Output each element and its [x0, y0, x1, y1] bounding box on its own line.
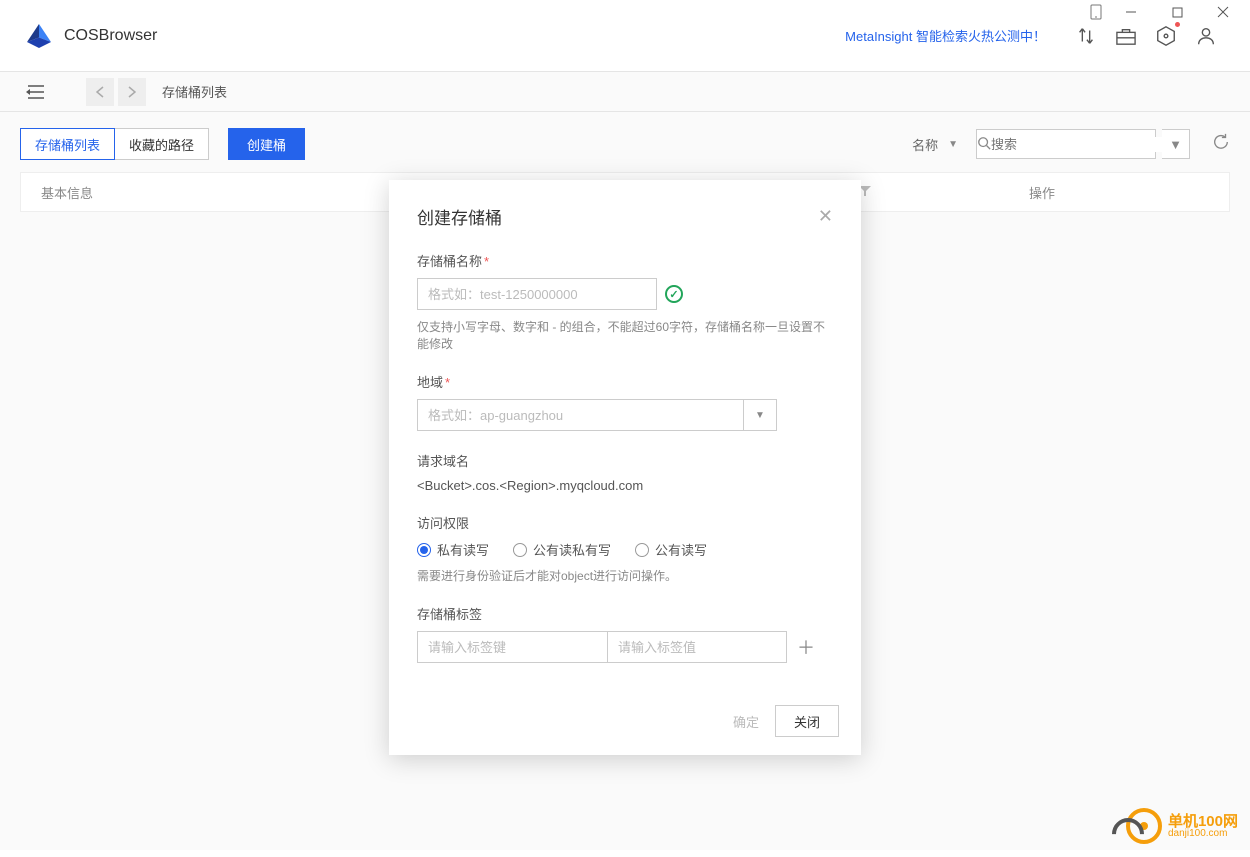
- search-dropdown[interactable]: ▼: [1162, 129, 1190, 159]
- search-input[interactable]: [991, 137, 1167, 152]
- close-button[interactable]: 关闭: [775, 705, 839, 737]
- nav-forward[interactable]: [118, 78, 146, 106]
- settings-icon[interactable]: [1146, 16, 1186, 56]
- domain-value: <Bucket>.cos.<Region>.myqcloud.com: [417, 478, 833, 493]
- perm-public-read[interactable]: 公有读私有写: [513, 540, 611, 559]
- breadcrumb: 存储桶列表: [162, 82, 227, 101]
- search-input-wrap[interactable]: [976, 129, 1156, 159]
- window-close[interactable]: [1202, 0, 1244, 24]
- tag-key-input[interactable]: [417, 631, 614, 663]
- create-bucket-modal: 创建存储桶 ✕ 存储桶名称* ✓ 仅支持小写字母、数字和 - 的组合，不能超过6…: [389, 180, 861, 755]
- tag-label: 存储桶标签: [417, 604, 833, 623]
- app-name: COSBrowser: [64, 27, 157, 45]
- tag-value-input[interactable]: [607, 631, 787, 663]
- col-actions: 操作: [1029, 183, 1209, 202]
- region-label: 地域*: [417, 372, 833, 391]
- perm-public-rw[interactable]: 公有读写: [635, 540, 707, 559]
- permission-label: 访问权限: [417, 513, 833, 532]
- check-ok-icon: ✓: [665, 285, 683, 303]
- app-logo: COSBrowser: [24, 21, 157, 51]
- bucket-name-label: 存储桶名称*: [417, 251, 833, 270]
- create-bucket-button[interactable]: 创建桶: [228, 128, 305, 160]
- filter-field-label: 名称: [912, 135, 938, 154]
- tab-bucket-list[interactable]: 存储桶列表: [20, 128, 115, 160]
- mobile-icon[interactable]: [1086, 4, 1106, 20]
- add-tag-icon[interactable]: ＋: [797, 634, 815, 660]
- chevron-down-icon[interactable]: ▼: [743, 399, 777, 431]
- modal-title: 创建存储桶: [417, 204, 502, 229]
- filter-field-arrow[interactable]: ▼: [948, 139, 958, 150]
- region-select[interactable]: [417, 399, 743, 431]
- bucket-name-input[interactable]: [417, 278, 657, 310]
- search-icon: [977, 136, 991, 153]
- bucket-name-help: 仅支持小写字母、数字和 - 的组合，不能超过60字符，存储桶名称一旦设置不能修改: [417, 318, 833, 352]
- nav-back[interactable]: [86, 78, 114, 106]
- perm-private[interactable]: 私有读写: [417, 540, 489, 559]
- watermark: 单机100网 danji100.com: [1126, 808, 1238, 844]
- refresh-icon[interactable]: [1212, 133, 1230, 156]
- menu-toggle-icon[interactable]: [16, 84, 56, 100]
- confirm-button[interactable]: 确定: [733, 712, 759, 731]
- domain-label: 请求域名: [417, 451, 833, 470]
- tab-favorites[interactable]: 收藏的路径: [114, 128, 209, 160]
- close-icon[interactable]: ✕: [818, 206, 833, 227]
- logo-icon: [24, 21, 54, 51]
- promo-link[interactable]: MetaInsight 智能检索火热公测中！: [845, 26, 1046, 45]
- permission-help: 需要进行身份验证后才能对object进行访问操作。: [417, 567, 833, 584]
